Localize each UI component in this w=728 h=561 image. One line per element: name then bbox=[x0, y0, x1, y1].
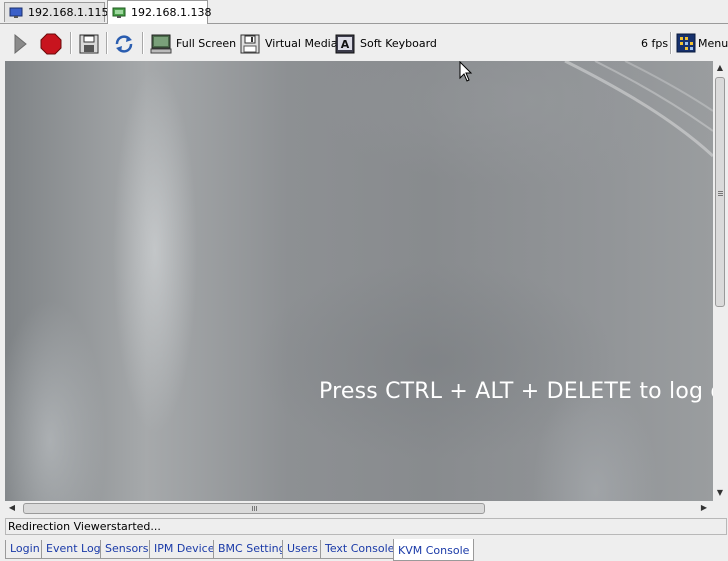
screen-decoration bbox=[564, 61, 713, 158]
status-text: Redirection Viewerstarted... bbox=[8, 520, 161, 533]
toolbar-separator bbox=[142, 32, 144, 54]
play-button[interactable] bbox=[10, 32, 30, 55]
host-tab-115[interactable]: 192.168.1.115 bbox=[4, 2, 109, 22]
menu-button[interactable]: Menu bbox=[676, 32, 728, 54]
host-tab-label: 192.168.1.138 bbox=[131, 6, 212, 19]
virtual-media-button[interactable]: Virtual Media bbox=[239, 32, 337, 54]
fps-indicator: 6 fps bbox=[641, 32, 668, 54]
tab-bmc-setting[interactable]: BMC Setting bbox=[213, 540, 291, 559]
monitor-fullscreen-icon bbox=[150, 33, 172, 54]
floppy-disk-icon bbox=[239, 33, 260, 54]
tab-ipm-device[interactable]: IPM Device bbox=[149, 540, 220, 559]
network-monitor-icon bbox=[112, 7, 126, 19]
tab-event-log[interactable]: Event Log bbox=[41, 540, 106, 559]
thumb-grip bbox=[252, 506, 253, 511]
scroll-up-arrow-icon[interactable]: ▲ bbox=[715, 63, 725, 73]
soft-keyboard-label: Soft Keyboard bbox=[360, 36, 437, 50]
bottom-tab-strip: Login Event Log Sensors IPM Device BMC S… bbox=[0, 539, 728, 561]
kvm-remote-screen[interactable]: Press CTRL + ALT + DELETE to log on bbox=[5, 61, 713, 501]
status-bar: Redirection Viewerstarted... bbox=[5, 518, 727, 535]
tab-login[interactable]: Login bbox=[5, 540, 45, 559]
tab-users[interactable]: Users bbox=[282, 540, 323, 559]
toolbar-separator bbox=[670, 32, 672, 54]
tab-text-console[interactable]: Text Console bbox=[320, 540, 400, 559]
thumb-grip bbox=[718, 191, 723, 192]
play-icon bbox=[10, 33, 30, 55]
stop-button[interactable] bbox=[40, 32, 62, 55]
thumb-grip bbox=[256, 506, 257, 511]
thumb-grip bbox=[254, 506, 255, 511]
scroll-left-arrow-icon[interactable]: ◀ bbox=[7, 503, 17, 513]
host-tab-138[interactable]: 192.168.1.138 bbox=[107, 0, 212, 24]
horizontal-scroll-thumb[interactable] bbox=[23, 503, 485, 514]
host-tab-label: 192.168.1.115 bbox=[28, 6, 109, 19]
logon-message: Press CTRL + ALT + DELETE to log on bbox=[319, 379, 713, 404]
tab-sensors[interactable]: Sensors bbox=[100, 540, 154, 559]
svg-text:A: A bbox=[341, 38, 350, 51]
stop-icon bbox=[40, 33, 62, 55]
toolbar-separator bbox=[70, 32, 72, 54]
refresh-icon bbox=[113, 33, 133, 53]
horizontal-scrollbar[interactable]: ◀ ▶ bbox=[5, 501, 713, 516]
soft-keyboard-button[interactable]: A Soft Keyboard bbox=[334, 32, 437, 54]
scroll-down-arrow-icon[interactable]: ▼ bbox=[715, 488, 725, 498]
keyboard-key-a-icon: A bbox=[334, 33, 355, 54]
monitor-icon bbox=[9, 7, 23, 19]
scroll-right-arrow-icon[interactable]: ▶ bbox=[699, 503, 709, 513]
host-tab-strip: 192.168.1.115 192.168.1.138 bbox=[0, 0, 728, 24]
thumb-grip bbox=[718, 195, 723, 196]
floppy-save-icon bbox=[78, 33, 99, 54]
refresh-button[interactable] bbox=[113, 32, 133, 54]
fps-text: 6 fps bbox=[641, 36, 669, 50]
virtual-media-label: Virtual Media bbox=[265, 36, 338, 50]
menu-label: Menu bbox=[698, 36, 728, 50]
thumb-grip bbox=[718, 193, 723, 194]
tab-kvm-console[interactable]: KVM Console bbox=[393, 539, 475, 561]
full-screen-label: Full Screen bbox=[176, 36, 237, 50]
toolbar-separator bbox=[106, 32, 108, 54]
save-button[interactable] bbox=[78, 32, 99, 54]
menu-grid-icon bbox=[676, 33, 696, 53]
vertical-scrollbar[interactable]: ▲ ▼ bbox=[713, 61, 728, 501]
full-screen-button[interactable]: Full Screen bbox=[150, 32, 236, 54]
mouse-cursor-icon bbox=[459, 61, 475, 86]
vertical-scroll-thumb[interactable] bbox=[715, 77, 725, 307]
toolbar: Full Screen Virtual Media A Soft Keyboar… bbox=[0, 24, 728, 61]
